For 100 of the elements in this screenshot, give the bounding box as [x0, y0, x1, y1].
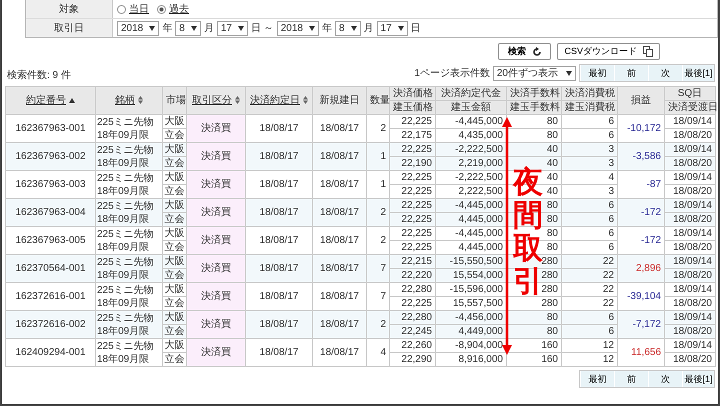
table-cell: -172 [618, 198, 664, 226]
table-cell: 2 [366, 310, 390, 338]
table-cell: 決済買 [186, 114, 246, 142]
table-cell: 決済買 [186, 198, 246, 226]
table-cell: 6 [562, 226, 618, 240]
caret-icon [398, 26, 404, 30]
table-cell: 22,225 [390, 198, 436, 212]
column-header: 数量 [366, 86, 390, 114]
column-header: SQ日 [664, 86, 716, 100]
caret-icon [149, 26, 156, 30]
table-cell: 12 [562, 352, 618, 366]
table-cell: 11,656 [618, 338, 664, 366]
table-cell: 6 [562, 212, 618, 226]
radio-label[interactable]: 過去 [169, 2, 189, 16]
table-cell: 18/08/20 [664, 212, 716, 226]
table-cell: 6 [562, 310, 618, 324]
table-cell: 2,219,000 [436, 156, 506, 170]
table-cell: 18/08/17 [312, 254, 366, 282]
column-header[interactable]: 銘柄 [96, 86, 162, 114]
column-header: 建玉手数料 [506, 100, 562, 114]
table-cell: -4,456,000 [436, 310, 506, 324]
table-cell: -15,596,000 [436, 282, 506, 296]
table-cell: 160 [506, 352, 562, 366]
column-header[interactable]: 決済約定日 [246, 86, 312, 114]
table-cell: 決済買 [186, 226, 246, 254]
table-cell: 7 [366, 254, 390, 282]
table-cell: 18/08/17 [312, 142, 366, 170]
copy-icon [643, 46, 653, 57]
table-cell: 18/08/17 [246, 310, 312, 338]
table-cell: -7,172 [618, 310, 664, 338]
table-cell: 22,260 [390, 338, 436, 352]
column-header[interactable]: 約定番号 [6, 86, 96, 114]
table-cell: 22 [562, 268, 618, 282]
table-cell: 6 [562, 198, 618, 212]
pager-button[interactable]: 前 [614, 65, 648, 81]
table-cell: 225ミニ先物 18年09月限 [96, 198, 162, 226]
column-header: 決済価格 [390, 86, 436, 100]
table-cell: 12 [562, 338, 618, 352]
table-cell: 22,245 [390, 324, 436, 338]
date-unit: 年 [162, 22, 172, 35]
date-select[interactable]: 17 [376, 20, 408, 36]
table-cell: 4,449,000 [436, 324, 506, 338]
search-button[interactable]: 検索 [498, 43, 552, 60]
date-select[interactable]: 8 [334, 20, 361, 36]
pager-button[interactable]: 最初 [580, 65, 614, 81]
table-cell: -4,445,000 [436, 226, 506, 240]
table-cell: 18/08/17 [312, 338, 366, 366]
column-header: 決済約定代金 [436, 86, 506, 100]
table-cell: 18/09/14 [664, 170, 716, 184]
table-cell: -2,222,500 [436, 142, 506, 156]
column-header: 市場 [162, 86, 186, 114]
table-cell: 225ミニ先物 18年09月限 [96, 310, 162, 338]
table-cell: 22,290 [390, 352, 436, 366]
table-cell: 162367963-004 [6, 198, 96, 226]
caret-icon [308, 26, 315, 30]
pager-button[interactable]: 最初 [580, 371, 614, 387]
radio-label[interactable]: 当日 [129, 2, 149, 16]
caret-icon [350, 26, 357, 30]
column-header: 建玉金額 [436, 100, 506, 114]
radio-option[interactable]: 当日 [117, 2, 149, 16]
date-select[interactable]: 2018 [276, 20, 319, 36]
table-cell: 決済買 [186, 170, 246, 198]
pager-button[interactable]: 最後[1] [682, 371, 714, 387]
page-size-select[interactable]: 20件ずつ表示 [492, 66, 576, 80]
table-cell: 162372616-002 [6, 310, 96, 338]
table-cell: 2 [366, 198, 390, 226]
table-cell: 225ミニ先物 18年09月限 [96, 338, 162, 366]
table-cell: 決済買 [186, 338, 246, 366]
table-cell: 22,190 [390, 156, 436, 170]
radio-icon[interactable] [157, 4, 166, 14]
date-select[interactable]: 2018 [117, 20, 160, 36]
date-unit: 日 [410, 22, 421, 35]
table-cell: 18/08/17 [246, 338, 312, 366]
table-cell: 4 [562, 170, 618, 184]
page-size-label: 1ページ表示件数 [414, 66, 490, 80]
pager-button[interactable]: 次 [648, 371, 682, 387]
radio-option[interactable]: 過去 [157, 2, 189, 16]
column-header: 損益 [618, 86, 664, 114]
pager-button[interactable]: 次 [648, 65, 682, 81]
table-cell: 18/08/20 [664, 156, 716, 170]
table-cell: 22,225 [390, 226, 436, 240]
pager-button[interactable]: 最後[1] [682, 65, 714, 81]
date-unit: 月 [204, 22, 214, 35]
table-cell: -15,550,500 [436, 254, 506, 268]
table-cell: 18/08/17 [246, 198, 312, 226]
radio-icon[interactable] [117, 4, 126, 14]
table-cell: 18/09/14 [664, 282, 716, 296]
table-cell: 225ミニ先物 18年09月限 [96, 254, 162, 282]
pager-button[interactable]: 前 [614, 371, 648, 387]
table-cell: 22,220 [390, 268, 436, 282]
csv-download-button[interactable]: CSVダウンロード [557, 43, 660, 60]
table-cell: -2,222,500 [436, 170, 506, 184]
refresh-icon [532, 46, 542, 56]
table-cell: 22,215 [390, 254, 436, 268]
date-select[interactable]: 8 [175, 20, 201, 36]
table-cell: 18/08/20 [664, 352, 716, 366]
date-select[interactable]: 17 [216, 20, 248, 36]
table-cell: 162367963-002 [6, 142, 96, 170]
column-header: 決済手数料 [506, 86, 562, 100]
column-header[interactable]: 取引区分 [186, 86, 246, 114]
